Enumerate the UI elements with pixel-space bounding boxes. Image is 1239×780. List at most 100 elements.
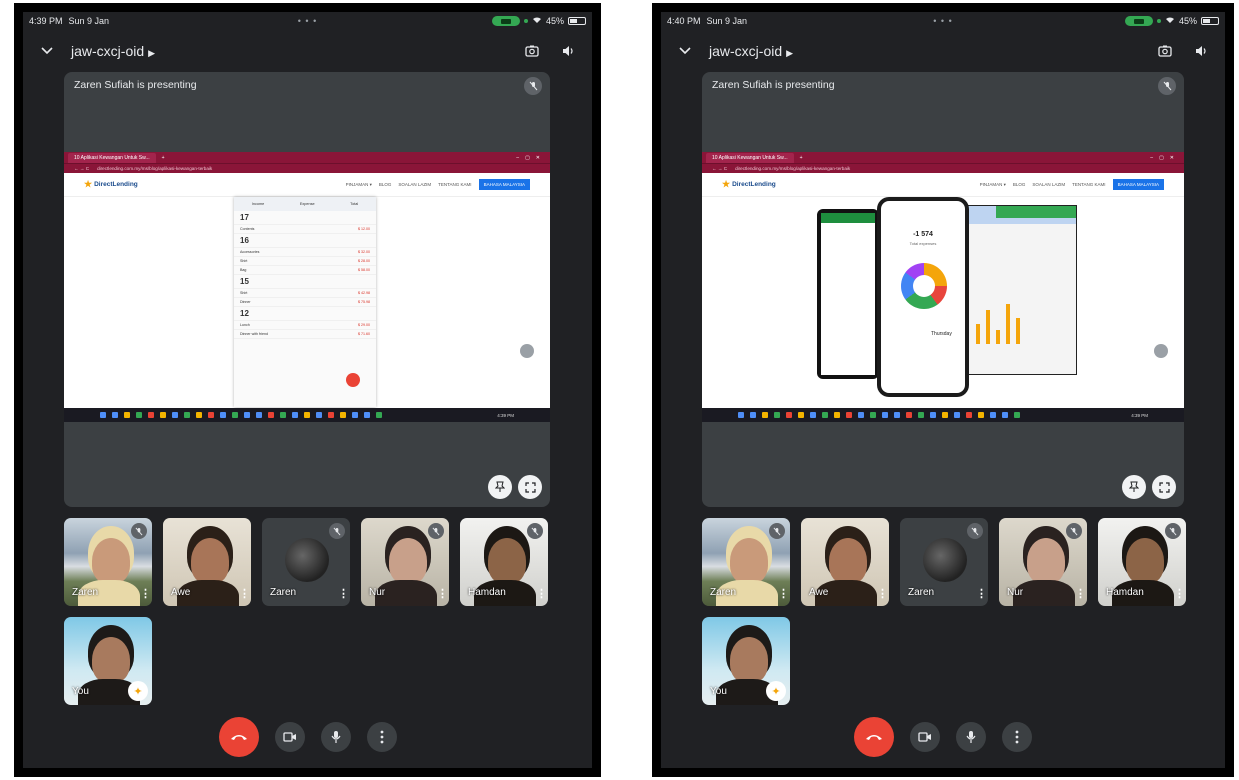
more-options-button[interactable] bbox=[366, 722, 397, 752]
scroll-up-icon[interactable] bbox=[1154, 344, 1168, 358]
window-controls[interactable]: –▢✕ bbox=[516, 155, 546, 161]
participant-more-icon[interactable]: ⋮ bbox=[976, 587, 987, 600]
mic-off-icon bbox=[769, 523, 785, 539]
participant-tile[interactable]: Nur ⋮ bbox=[999, 518, 1087, 606]
switch-camera-icon[interactable] bbox=[522, 41, 542, 61]
meeting-code-text: jaw-cxcj-oid bbox=[709, 43, 783, 59]
end-call-button[interactable] bbox=[218, 717, 259, 757]
participant-tile[interactable]: Zaren ⋮ bbox=[702, 518, 790, 606]
mic-toggle-button[interactable] bbox=[956, 722, 986, 752]
effects-sparkle-icon[interactable]: ✦ bbox=[766, 681, 786, 701]
meeting-code[interactable]: jaw-cxcj-oid ▶ bbox=[709, 43, 793, 59]
expense-app-screenshot: Income Expense Total 17 Contents $ 12.00 16 Acc… bbox=[234, 197, 376, 407]
participant-name: Zaren bbox=[72, 587, 99, 598]
meeting-code[interactable]: jaw-cxcj-oid ▶ bbox=[71, 43, 155, 59]
address-bar[interactable]: ← → C directlending.com.my/ms/blog/aplik… bbox=[702, 163, 1184, 173]
participant-tile[interactable]: Zaren ⋮ bbox=[900, 518, 988, 606]
participant-more-icon[interactable]: ⋮ bbox=[877, 587, 888, 600]
site-navbar: ★ DirectLending PINJAMAN ▾ BLOG SOALAN LA… bbox=[702, 173, 1184, 197]
new-tab-icon[interactable]: + bbox=[162, 155, 165, 161]
participant-more-icon[interactable]: ⋮ bbox=[338, 587, 349, 600]
mic-toggle-button[interactable] bbox=[320, 722, 351, 752]
participant-face bbox=[92, 637, 130, 683]
expense-row-label: 16 bbox=[240, 236, 249, 245]
presentation-tile[interactable]: Zaren Sufiah is presenting 10 Aplikasi K… bbox=[702, 72, 1184, 507]
language-button[interactable]: BAHASA MALAYSIA bbox=[1112, 179, 1164, 190]
nav-link-pinjaman[interactable]: PINJAMAN ▾ bbox=[346, 182, 372, 188]
meeting-header: jaw-cxcj-oid ▶ bbox=[661, 36, 1225, 66]
nav-arrows-icon[interactable]: ← → C bbox=[74, 166, 89, 171]
more-options-button[interactable] bbox=[1002, 722, 1032, 752]
expense-row-amount: $ 12.00 bbox=[358, 227, 370, 231]
pin-icon[interactable] bbox=[1122, 475, 1146, 499]
expense-row-label: Dinner bbox=[240, 300, 251, 304]
multitask-dots[interactable]: • • • bbox=[298, 16, 317, 26]
camera-indicator-icon bbox=[1156, 19, 1161, 23]
expense-row-amount: $ 75.98 bbox=[358, 300, 370, 304]
mic-off-icon bbox=[1066, 523, 1082, 539]
collapse-chevron-icon[interactable] bbox=[675, 41, 695, 61]
shared-screen: 10 Aplikasi Kewangan Untuk Sw... + –▢✕ ←… bbox=[702, 152, 1184, 408]
fullscreen-icon[interactable] bbox=[1152, 475, 1176, 499]
participant-tile[interactable]: Hamdan ⋮ bbox=[460, 518, 548, 606]
speaker-icon[interactable] bbox=[1191, 41, 1211, 61]
presentation-tile[interactable]: Zaren Sufiah is presenting 10 Aplikasi K… bbox=[64, 72, 550, 507]
address-bar[interactable]: ← → C directlending.com.my/ms/blog/aplik… bbox=[64, 163, 550, 173]
participant-more-icon[interactable]: ⋮ bbox=[536, 587, 547, 600]
site-logo-text: DirectLending bbox=[732, 181, 776, 188]
camera-toggle-button[interactable] bbox=[274, 722, 305, 752]
nav-link-blog[interactable]: BLOG bbox=[1013, 182, 1026, 187]
browser-tab[interactable]: 10 Aplikasi Kewangan Untuk Sw... bbox=[68, 152, 156, 163]
nav-arrows-icon[interactable]: ← → C bbox=[712, 166, 727, 171]
participant-tile[interactable]: Nur ⋮ bbox=[361, 518, 449, 606]
mic-off-icon bbox=[1158, 77, 1176, 95]
participant-tile[interactable]: You ✦ bbox=[702, 617, 790, 705]
expense-row-label: 12 bbox=[240, 309, 249, 318]
participant-face bbox=[730, 538, 768, 584]
participant-tile[interactable]: Awe ⋮ bbox=[163, 518, 251, 606]
end-call-button[interactable] bbox=[854, 717, 894, 757]
nav-link-faq[interactable]: SOALAN LAZIM bbox=[398, 182, 431, 187]
nav-link-blog[interactable]: BLOG bbox=[379, 182, 392, 187]
camera-toggle-button[interactable] bbox=[910, 722, 940, 752]
laptop-mockup bbox=[967, 205, 1077, 375]
participant-more-icon[interactable]: ⋮ bbox=[1075, 587, 1086, 600]
nav-link-about[interactable]: TENTANG KAMI bbox=[1072, 182, 1105, 187]
site-logo[interactable]: ★ DirectLending bbox=[84, 179, 138, 190]
multitask-dots[interactable]: • • • bbox=[933, 16, 952, 26]
fullscreen-icon[interactable] bbox=[518, 475, 542, 499]
new-tab-icon[interactable]: + bbox=[800, 155, 803, 161]
participant-tile[interactable]: Hamdan ⋮ bbox=[1098, 518, 1186, 606]
switch-camera-icon[interactable] bbox=[1155, 41, 1175, 61]
battery-percent: 45% bbox=[545, 16, 564, 26]
participant-tile[interactable]: Zaren ⋮ bbox=[64, 518, 152, 606]
site-logo[interactable]: ★ DirectLending bbox=[722, 179, 776, 190]
pin-icon[interactable] bbox=[488, 475, 512, 499]
participant-tile[interactable]: You ✦ bbox=[64, 617, 152, 705]
participant-more-icon[interactable]: ⋮ bbox=[239, 587, 250, 600]
collapse-chevron-icon[interactable] bbox=[37, 41, 57, 61]
participant-name: Zaren bbox=[908, 587, 935, 598]
scroll-up-icon[interactable] bbox=[520, 344, 534, 358]
nav-link-about[interactable]: TENTANG KAMI bbox=[438, 182, 471, 187]
participant-tile[interactable]: Zaren ⋮ bbox=[262, 518, 350, 606]
expense-row-label: Shirt bbox=[240, 291, 248, 295]
expense-row-amount: $ 32.00 bbox=[358, 250, 370, 254]
participant-more-icon[interactable]: ⋮ bbox=[778, 587, 789, 600]
caret-right-icon: ▶ bbox=[786, 48, 794, 58]
participant-more-icon[interactable]: ⋮ bbox=[1174, 587, 1185, 600]
participant-tile[interactable]: Awe ⋮ bbox=[801, 518, 889, 606]
participant-more-icon[interactable]: ⋮ bbox=[437, 587, 448, 600]
battery-icon bbox=[1201, 17, 1219, 25]
meeting-header: jaw-cxcj-oid ▶ bbox=[23, 36, 592, 66]
participant-more-icon[interactable]: ⋮ bbox=[140, 587, 151, 600]
promo-total: -1 574 bbox=[913, 231, 933, 238]
language-button[interactable]: BAHASA MALAYSIA bbox=[478, 179, 530, 190]
meet-screen: 4:39 PM Sun 9 Jan • • • 45% jaw-cxcj-oid… bbox=[23, 12, 592, 768]
browser-tab[interactable]: 10 Aplikasi Kewangan Untuk Sw... bbox=[706, 152, 794, 163]
nav-link-faq[interactable]: SOALAN LAZIM bbox=[1032, 182, 1065, 187]
speaker-icon[interactable] bbox=[558, 41, 578, 61]
effects-sparkle-icon[interactable]: ✦ bbox=[128, 681, 148, 701]
nav-link-pinjaman[interactable]: PINJAMAN ▾ bbox=[980, 182, 1006, 188]
window-controls[interactable]: –▢✕ bbox=[1150, 155, 1180, 161]
